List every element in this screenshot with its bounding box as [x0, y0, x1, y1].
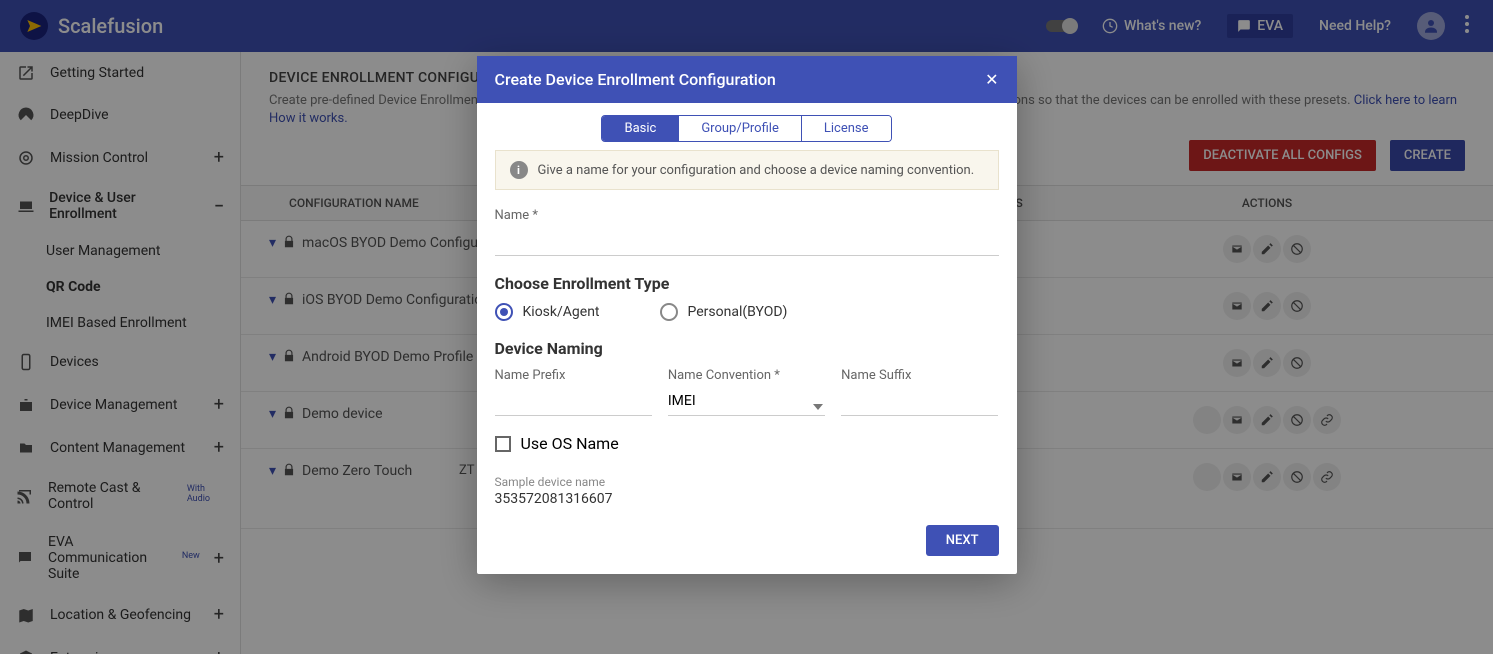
info-icon: i	[510, 161, 528, 179]
prefix-input[interactable]	[495, 387, 652, 416]
next-button[interactable]: NEXT	[926, 525, 999, 556]
modal-overlay: Create Device Enrollment Configuration ✕…	[0, 0, 1493, 654]
modal-title: Create Device Enrollment Configuration	[495, 70, 776, 89]
radio-unselected-icon	[660, 303, 678, 321]
convention-select[interactable]: IMEI	[668, 387, 825, 416]
tab-group-profile[interactable]: Group/Profile	[678, 116, 801, 141]
convention-label: Name Convention *	[668, 368, 825, 383]
tab-basic[interactable]: Basic	[602, 116, 678, 141]
info-text: Give a name for your configuration and c…	[538, 163, 975, 178]
info-message: i Give a name for your configuration and…	[495, 150, 999, 190]
use-os-name-checkbox[interactable]: Use OS Name	[495, 434, 999, 453]
modal-tab-group: Basic Group/Profile License	[601, 115, 891, 142]
prefix-label: Name Prefix	[495, 368, 652, 383]
sample-device-label: Sample device name	[495, 475, 999, 489]
device-naming-heading: Device Naming	[495, 339, 999, 358]
radio-kiosk-label: Kiosk/Agent	[523, 304, 600, 320]
create-enrollment-modal: Create Device Enrollment Configuration ✕…	[477, 56, 1017, 574]
use-os-label: Use OS Name	[521, 434, 619, 453]
dropdown-arrow-icon	[813, 404, 823, 410]
radio-selected-icon	[495, 303, 513, 321]
checkbox-unchecked-icon	[495, 436, 511, 452]
tab-license[interactable]: License	[801, 116, 891, 141]
radio-personal-byod[interactable]: Personal(BYOD)	[660, 303, 788, 321]
sample-device-value: 353572081316607	[495, 491, 999, 507]
name-input[interactable]	[495, 227, 999, 256]
radio-byod-label: Personal(BYOD)	[688, 304, 788, 320]
enrollment-type-heading: Choose Enrollment Type	[495, 274, 999, 293]
modal-close-button[interactable]: ✕	[985, 70, 998, 89]
suffix-input[interactable]	[841, 387, 998, 416]
name-label: Name *	[495, 208, 999, 223]
radio-kiosk-agent[interactable]: Kiosk/Agent	[495, 303, 600, 321]
suffix-label: Name Suffix	[841, 368, 998, 383]
